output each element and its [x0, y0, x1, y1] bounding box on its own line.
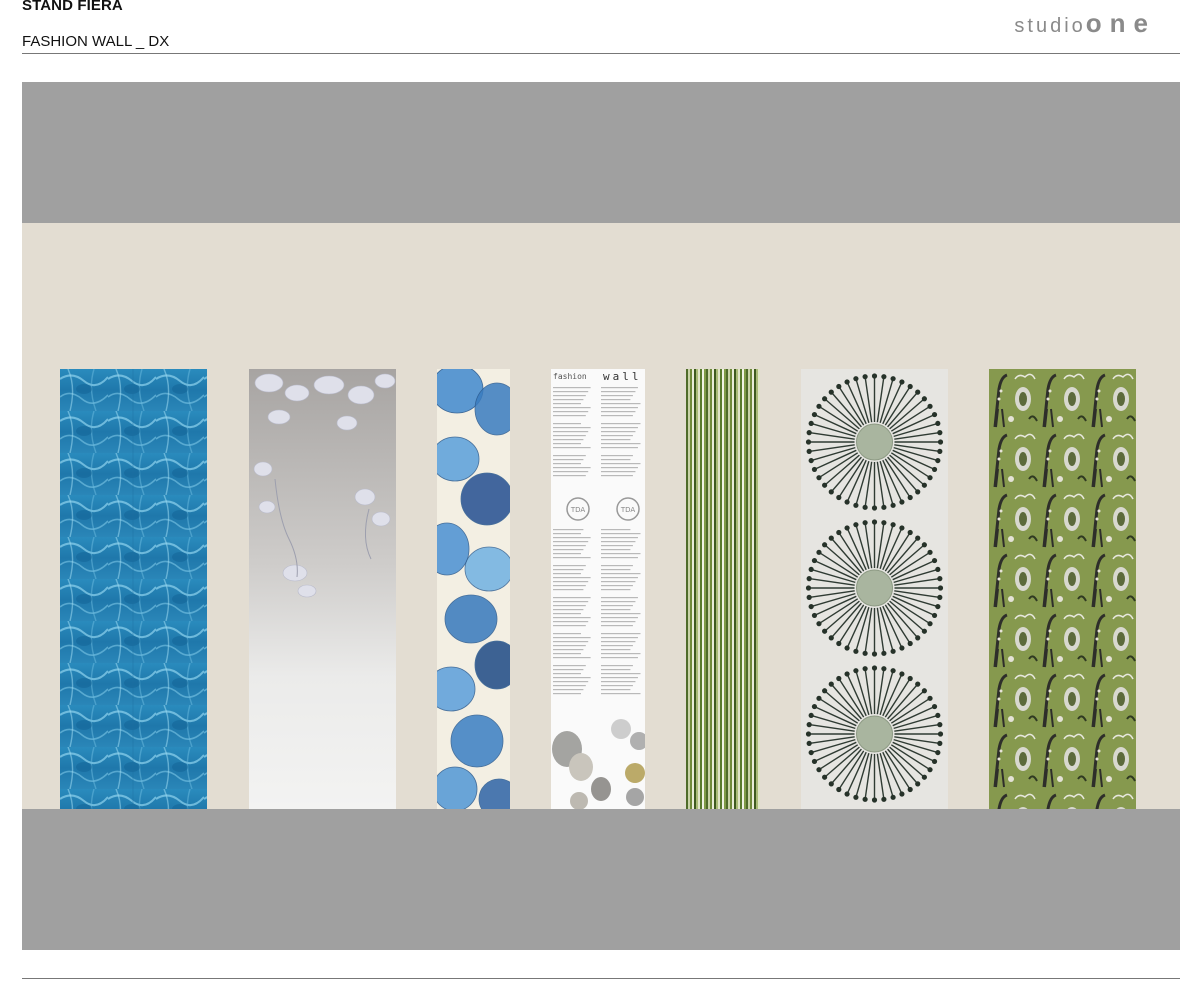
panel-sunburst-discs: [801, 369, 948, 809]
brochure-brand-b: wall: [603, 370, 642, 383]
brochure-badge-right: TDA: [620, 506, 636, 514]
studio-one-logo: studioone: [1014, 8, 1156, 39]
panel-green-stripes: [686, 369, 760, 809]
top-grey-band: [22, 82, 1180, 223]
panel-green-jungle: [989, 369, 1136, 809]
document-subtitle: FASHION WALL _ DX: [22, 33, 170, 50]
brochure-brand-a: fashion: [553, 372, 587, 381]
logo-word: studio: [1014, 15, 1086, 37]
brochure-badge-left: TDA: [570, 506, 586, 514]
logo-mark: one: [1085, 8, 1156, 38]
panel-blue-leaves: [437, 369, 510, 809]
panel-fashion-wall-brochure: fashion wall TDA TDA: [551, 369, 645, 809]
header-rule: [22, 53, 1180, 54]
footer-rule: [22, 978, 1180, 979]
bottom-grey-band: [22, 809, 1180, 950]
document-title: STAND FIERA: [22, 0, 123, 14]
panel-grey-magnolia: [249, 369, 396, 809]
panel-blue-water: [60, 369, 207, 809]
fashion-wall-elevation: fashion wall TDA TDA: [22, 82, 1180, 950]
